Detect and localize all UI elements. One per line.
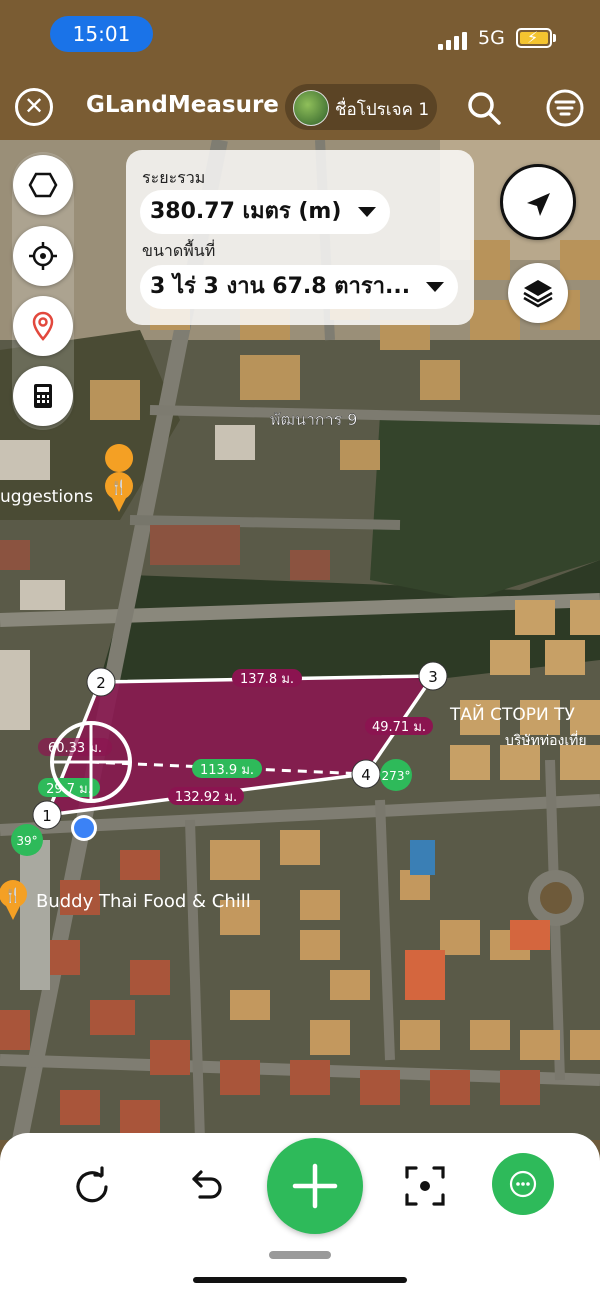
calculator-icon[interactable] <box>13 366 73 426</box>
place-label-buddy-thai: Buddy Thai Food & Chill <box>36 891 251 912</box>
app-bar: ✕ GLandMeasure ชื่อโปรเจค 1 <box>0 78 600 140</box>
bottom-toolbar <box>0 1133 600 1298</box>
place-label-tai-story: ТАЙ СТОРИ ТУ <box>449 703 576 725</box>
status-time: 15:01 <box>50 16 153 52</box>
project-selector[interactable]: ชื่อโปรเจค 1 <box>285 84 437 130</box>
svg-text:132.92 ม.: 132.92 ม. <box>175 790 237 805</box>
undo-icon[interactable] <box>180 1161 230 1211</box>
dashed-length-label: 113.9 ม. <box>192 759 262 778</box>
svg-text:39°: 39° <box>16 834 37 848</box>
measurement-panel: ระยะรวม 380.77 เมตร (m) ขนาดพื้นที่ 3 ไร… <box>126 150 474 325</box>
svg-text:3: 3 <box>428 668 438 686</box>
project-thumbnail <box>293 90 329 126</box>
edge-label-1-2: 60.33 ม. <box>38 738 112 756</box>
focus-icon[interactable] <box>400 1161 450 1211</box>
polygon-icon[interactable] <box>13 155 73 215</box>
distance-value: 380.77 เมตร (m) <box>150 199 342 224</box>
road-label: พัฒนาการ 9 <box>270 410 357 429</box>
close-icon[interactable]: ✕ <box>15 88 53 126</box>
svg-text:🍴: 🍴 <box>4 887 21 904</box>
svg-text:2: 2 <box>96 674 106 692</box>
chevron-down-icon <box>358 207 376 217</box>
app-title: GLandMeasure <box>86 92 279 118</box>
edge-label-2-3: 137.8 ม. <box>232 669 302 687</box>
angle-badge-4: 273° <box>380 759 412 791</box>
area-label: ขนาดพื้นที่ <box>142 241 216 260</box>
signal-icon <box>438 30 470 50</box>
svg-text:🍴: 🍴 <box>110 479 127 496</box>
plus-icon[interactable] <box>267 1138 363 1234</box>
navigation-arrow-icon[interactable] <box>500 164 576 240</box>
vertex-2[interactable]: 2 <box>86 667 116 697</box>
redo-icon[interactable] <box>67 1161 117 1211</box>
more-icon[interactable] <box>492 1153 554 1215</box>
menu-icon[interactable] <box>545 88 585 128</box>
place-label-tour-company: บริษัทท่องเที่ย <box>505 731 587 749</box>
svg-text:4: 4 <box>361 766 371 784</box>
area-value: 3 ไร่ 3 งาน 67.8 ตารา... <box>150 274 411 299</box>
distance-label: ระยะรวม <box>142 168 206 187</box>
search-icon[interactable] <box>464 88 504 128</box>
crosshair-cursor[interactable] <box>50 721 132 803</box>
area-dropdown[interactable]: 3 ไร่ 3 งาน 67.8 ตารา... <box>140 265 458 309</box>
chevron-down-icon <box>426 282 444 292</box>
place-label-suggestions: uggestions <box>0 487 93 507</box>
distance-dropdown[interactable]: 380.77 เมตร (m) <box>140 190 390 234</box>
pool <box>410 840 435 875</box>
edge-label-3-4: 49.71 ม. <box>365 717 433 735</box>
location-pin-icon[interactable] <box>13 296 73 356</box>
edge-label-4-1: 132.92 ม. <box>168 787 244 805</box>
angle-badge-1: 39° <box>11 824 43 856</box>
project-name: ชื่อโปรเจค 1 <box>335 100 430 120</box>
svg-text:137.8 ม.: 137.8 ม. <box>240 672 294 687</box>
svg-text:273°: 273° <box>382 769 411 783</box>
svg-text:1: 1 <box>42 807 52 825</box>
svg-text:49.71 ม.: 49.71 ม. <box>372 720 426 735</box>
battery-icon: ⚡ <box>516 28 552 48</box>
status-bar: 15:01 5G ⚡ <box>0 0 600 78</box>
network-type: 5G <box>478 27 505 49</box>
vertex-3[interactable]: 3 <box>418 661 448 691</box>
user-location-dot <box>71 815 97 841</box>
layers-icon[interactable] <box>508 263 568 323</box>
svg-text:113.9 ม.: 113.9 ม. <box>200 763 254 778</box>
vertex-4[interactable]: 4 <box>351 759 381 789</box>
crosshair-icon[interactable] <box>13 226 73 286</box>
home-indicator <box>193 1277 407 1283</box>
drag-handle[interactable] <box>269 1251 331 1259</box>
vertex-1[interactable]: 1 <box>32 800 62 830</box>
